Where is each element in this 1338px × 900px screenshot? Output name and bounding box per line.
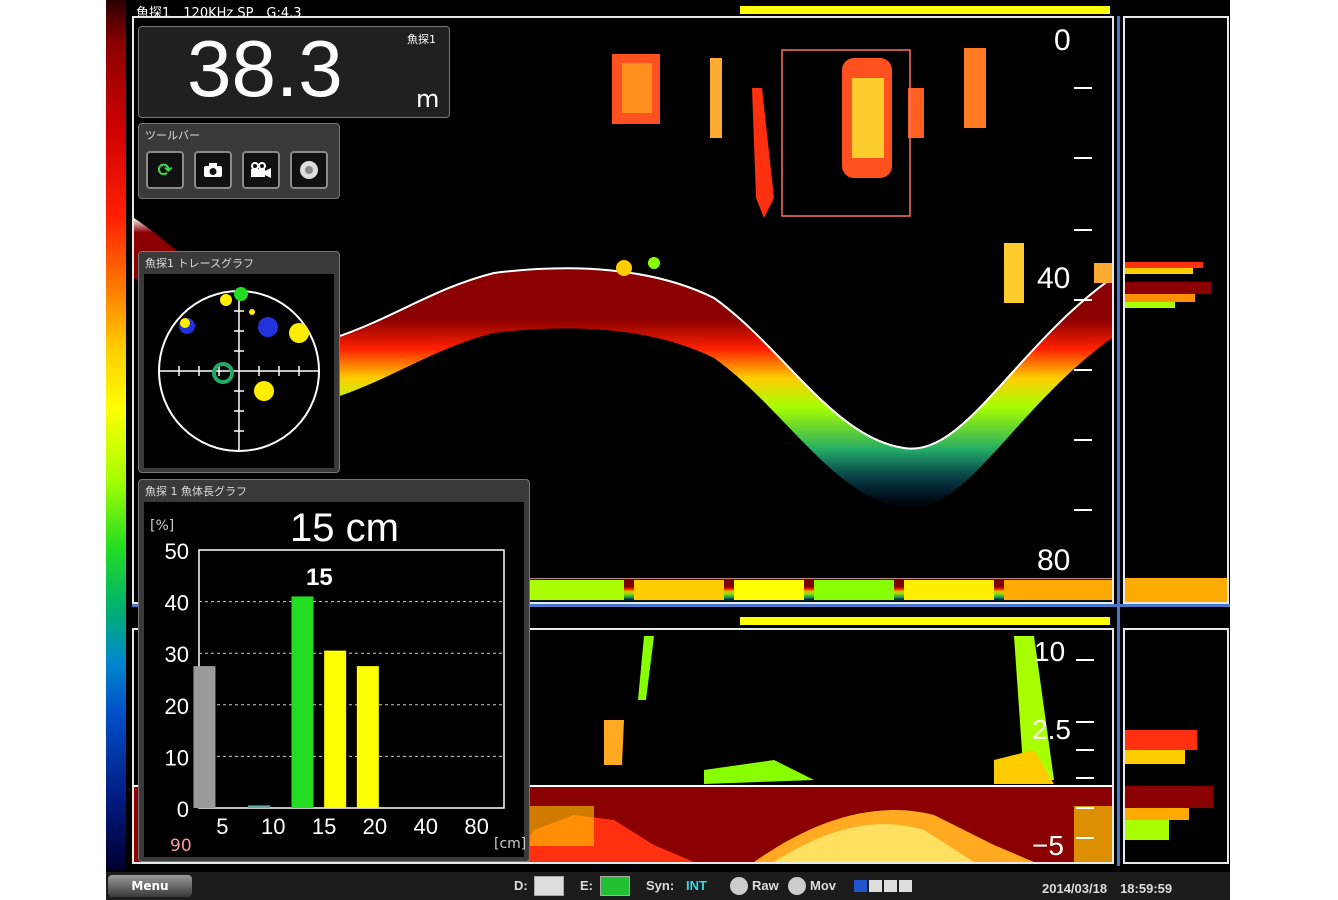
upper-scale-top: 0	[1054, 24, 1071, 57]
menu-button[interactable]: Menu	[108, 875, 192, 897]
x-tick-label: 10	[261, 814, 285, 839]
raw-radio[interactable]	[730, 877, 748, 895]
trace-target	[234, 287, 248, 301]
lower-scale-mid: 2.5	[1032, 714, 1071, 745]
camera-button[interactable]	[194, 151, 232, 189]
length-bar	[193, 666, 216, 808]
mov-label: Mov	[810, 878, 836, 893]
trace-graph-panel: 魚探1 トレースグラフ	[138, 251, 340, 473]
lower-histogram-panel	[1123, 628, 1229, 864]
x-tick-label: 80	[464, 814, 488, 839]
upper-status-bar	[740, 6, 1110, 14]
e-label: E:	[580, 878, 593, 893]
length-bar-chart: 0 10 20 30 40 50 5 10 15 20 40 80	[165, 539, 505, 839]
status-bar: Menu D: E: Syn: INT Raw Mov 2014/03/18 1…	[106, 872, 1230, 900]
e-color-swatch[interactable]	[600, 876, 630, 896]
upper-depth-ticks	[1074, 87, 1092, 511]
x-tick-label: 5	[216, 814, 228, 839]
depth-value: 38.3	[187, 24, 343, 113]
speed-indicator[interactable]	[854, 880, 912, 892]
x-tick-label: 15	[312, 814, 336, 839]
y-tick-label: 40	[165, 591, 189, 616]
length-bar	[356, 666, 379, 808]
d-color-swatch[interactable]	[534, 876, 564, 896]
length-bar	[247, 805, 270, 808]
length-bar	[291, 596, 314, 808]
mov-radio[interactable]	[788, 877, 806, 895]
menu-button-label: Menu	[131, 879, 169, 893]
lower-scale-top: 10	[1034, 636, 1066, 667]
y-tick-label: 20	[165, 694, 189, 719]
length-graph-panel: 魚探 1 魚体長グラフ 15 cm [%] [cm] 90 15 0 10 20 30…	[138, 479, 530, 862]
plot-frame	[198, 549, 505, 809]
depth-unit: m	[416, 85, 440, 113]
raw-label: Raw	[752, 878, 779, 893]
lower-status-bar	[740, 617, 1110, 625]
record-icon	[299, 160, 319, 180]
datetime: 2014/03/18 18:59:59	[1042, 881, 1173, 896]
lower-scale-bottom: −5	[1032, 830, 1064, 861]
x-tick-label: 20	[363, 814, 387, 839]
depth-readout-panel: 38.3 m 魚探1	[138, 24, 450, 118]
y-tick-label: 30	[165, 642, 189, 667]
upper-histogram-panel	[1123, 16, 1229, 604]
camera-icon	[203, 162, 223, 178]
toolbar-panel: ツールバー ⟳	[138, 123, 340, 199]
y-tick-label: 50	[165, 539, 189, 564]
d-label: D:	[514, 878, 528, 893]
length-graph-body: 15 cm [%] [cm] 90 15 0 10 20 30 40 50 5 10 15 20 4…	[144, 502, 526, 857]
y-tick-label: 0	[177, 797, 189, 822]
refresh-icon: ⟳	[157, 159, 173, 181]
fish-finder-screen: 魚探1 120KHz SP G:4.3 0 40 80 10 2.5 −5 38…	[106, 0, 1230, 900]
divider-vertical	[1117, 16, 1120, 866]
video-button[interactable]	[242, 151, 280, 189]
upper-scale-bottom: 80	[1037, 544, 1071, 577]
toolbar-title: ツールバー	[145, 129, 200, 142]
refresh-button[interactable]: ⟳	[146, 151, 184, 189]
x-tick-label: 40	[414, 814, 438, 839]
record-button[interactable]	[290, 151, 328, 189]
trace-graph-title: 魚探1 トレースグラフ	[145, 257, 254, 270]
syn-value: INT	[686, 878, 707, 893]
color-scale-bar	[106, 0, 126, 870]
length-bar	[324, 650, 347, 808]
depth-source-label: 魚探1	[407, 33, 436, 46]
length-graph-title: 魚探 1 魚体長グラフ	[145, 485, 247, 498]
trace-graph-plot	[144, 274, 334, 468]
video-icon	[250, 162, 272, 178]
syn-label: Syn:	[646, 878, 675, 893]
upper-scale-mid: 40	[1037, 262, 1071, 295]
y-tick-label: 10	[165, 745, 189, 770]
